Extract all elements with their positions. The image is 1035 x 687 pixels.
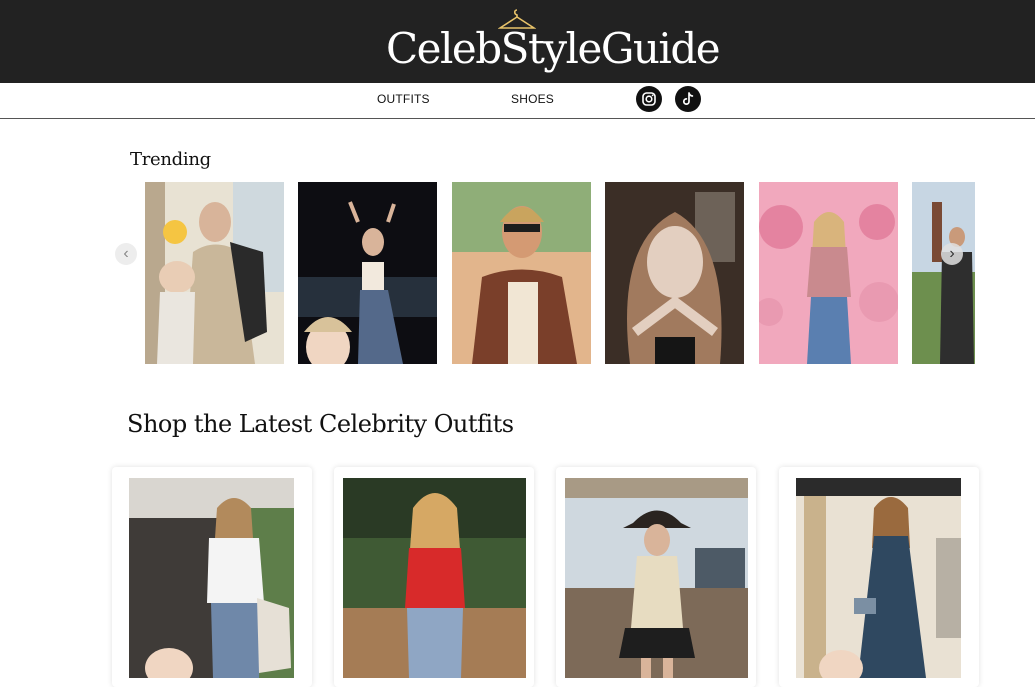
- logo-text: CelebStyleGuide: [386, 24, 721, 73]
- trending-photo-4[interactable]: [605, 182, 744, 364]
- site-header: CelebStyleGuide: [0, 0, 1035, 83]
- carousel-prev-button[interactable]: ‹: [115, 243, 137, 265]
- site-logo[interactable]: CelebStyleGuide: [386, 9, 721, 76]
- outfit-card-1[interactable]: [112, 467, 312, 687]
- outfit-card-2[interactable]: [334, 467, 534, 687]
- trending-photo-5[interactable]: [759, 182, 898, 364]
- tiktok-icon[interactable]: [675, 86, 701, 112]
- shop-heading: Shop the Latest Celebrity Outfits: [127, 410, 514, 438]
- main-nav: OUTFITS SHOES: [0, 83, 1035, 119]
- nav-link-outfits[interactable]: OUTFITS: [377, 92, 430, 106]
- outfit-photo-1[interactable]: [129, 478, 294, 678]
- nav-link-shoes[interactable]: SHOES: [511, 92, 554, 106]
- chevron-right-icon: ›: [949, 245, 955, 262]
- instagram-icon[interactable]: [636, 86, 662, 112]
- trending-photo-3[interactable]: [452, 182, 591, 364]
- chevron-left-icon: ‹: [123, 245, 129, 262]
- outfit-card-3[interactable]: [556, 467, 756, 687]
- trending-photo-2[interactable]: [298, 182, 437, 364]
- trending-photo-6[interactable]: [912, 182, 975, 364]
- outfit-photo-3[interactable]: [565, 478, 748, 678]
- outfit-photo-4[interactable]: [796, 478, 961, 678]
- trending-carousel: [145, 182, 975, 364]
- carousel-next-button[interactable]: ›: [941, 243, 963, 265]
- trending-photo-1[interactable]: [145, 182, 284, 364]
- trending-heading: Trending: [130, 149, 211, 170]
- outfit-photo-2[interactable]: [343, 478, 526, 678]
- outfit-card-4[interactable]: [779, 467, 979, 687]
